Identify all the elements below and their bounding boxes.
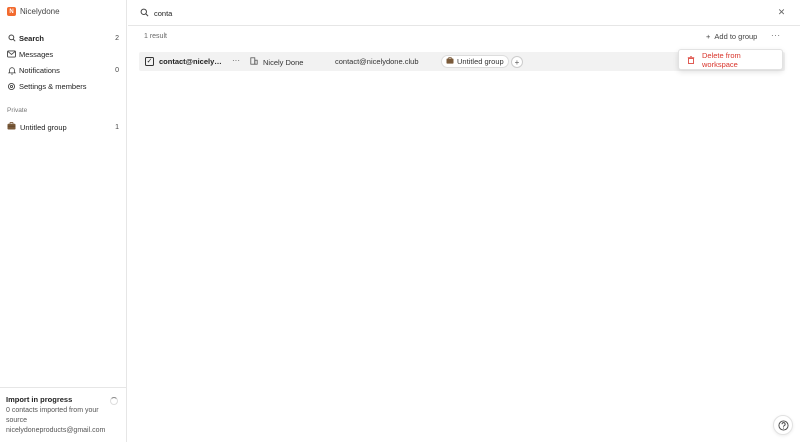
search-input[interactable]: [154, 7, 754, 19]
contact-name[interactable]: contact@nicelydone.club: [159, 57, 225, 66]
workspace-switcher[interactable]: N Nicelydone: [7, 7, 60, 16]
sidebar-item-label: Messages: [19, 49, 54, 59]
sidebar-nav: Search 2 Messages Notifications 0 Settin…: [0, 30, 126, 94]
row-checkbox[interactable]: ✓: [145, 57, 154, 66]
section-label-private: Private: [7, 107, 28, 114]
briefcase-icon: [7, 122, 16, 132]
workspace-name: Nicelydone: [20, 7, 60, 16]
plus-icon: +: [706, 32, 711, 41]
more-options-icon[interactable]: ···: [771, 31, 781, 40]
gear-icon: [7, 82, 16, 91]
group-tag[interactable]: Untitled group: [441, 55, 509, 68]
context-menu: Delete from workspace: [678, 49, 783, 70]
add-to-group-button[interactable]: + Add to group: [706, 32, 757, 41]
sidebar-item-count: 0: [115, 66, 119, 74]
search-icon: [140, 8, 149, 17]
sidebar-item-count: 2: [115, 34, 119, 42]
sidebar-item-untitled-group[interactable]: Untitled group 1: [0, 119, 126, 135]
loading-spinner-icon: [110, 397, 118, 405]
sidebar-item-search[interactable]: Search 2: [0, 30, 126, 46]
help-button[interactable]: [773, 415, 793, 435]
import-description: 0 contacts imported from your source nic…: [6, 407, 106, 434]
briefcase-icon: [446, 57, 454, 66]
mail-icon: [7, 50, 16, 59]
row-more-icon[interactable]: ···: [232, 56, 240, 65]
sidebar-item-messages[interactable]: Messages: [0, 46, 126, 62]
sidebar-item-notifications[interactable]: Notifications 0: [0, 62, 126, 78]
sidebar-item-count: 1: [115, 123, 119, 131]
add-tag-button[interactable]: +: [511, 56, 523, 68]
import-title: Import in progress: [6, 395, 73, 404]
sidebar-item-label: Settings & members: [19, 81, 87, 91]
result-count: 1 result: [144, 33, 167, 40]
trash-icon: [687, 55, 695, 64]
bell-icon: [7, 66, 16, 75]
main-panel: ✕ 1 result + Add to group ··· ✓ contact@…: [128, 0, 800, 442]
company-cell[interactable]: Nicely Done: [250, 57, 303, 67]
sidebar-item-label: Search: [19, 33, 45, 43]
add-to-group-label: Add to group: [714, 32, 758, 41]
search-icon: [7, 34, 16, 43]
sidebar-item-label: Untitled group: [20, 122, 67, 132]
search-bar: ✕: [128, 0, 800, 26]
close-icon[interactable]: ✕: [777, 7, 786, 17]
sidebar: N Nicelydone Search 2 Messages Notificat…: [0, 0, 127, 442]
sidebar-item-settings[interactable]: Settings & members: [0, 78, 126, 94]
brand-logo: N: [7, 7, 16, 16]
help-icon: [777, 419, 789, 431]
building-icon: [250, 57, 258, 67]
delete-from-workspace-item[interactable]: Delete from workspace: [702, 51, 774, 69]
company-name: Nicely Done: [263, 57, 304, 67]
sidebar-item-label: Notifications: [19, 65, 60, 75]
email-cell[interactable]: contact@nicelydone.club: [335, 57, 419, 66]
group-tag-label: Untitled group: [457, 57, 504, 66]
import-status: Import in progress 0 contacts imported f…: [0, 387, 126, 442]
